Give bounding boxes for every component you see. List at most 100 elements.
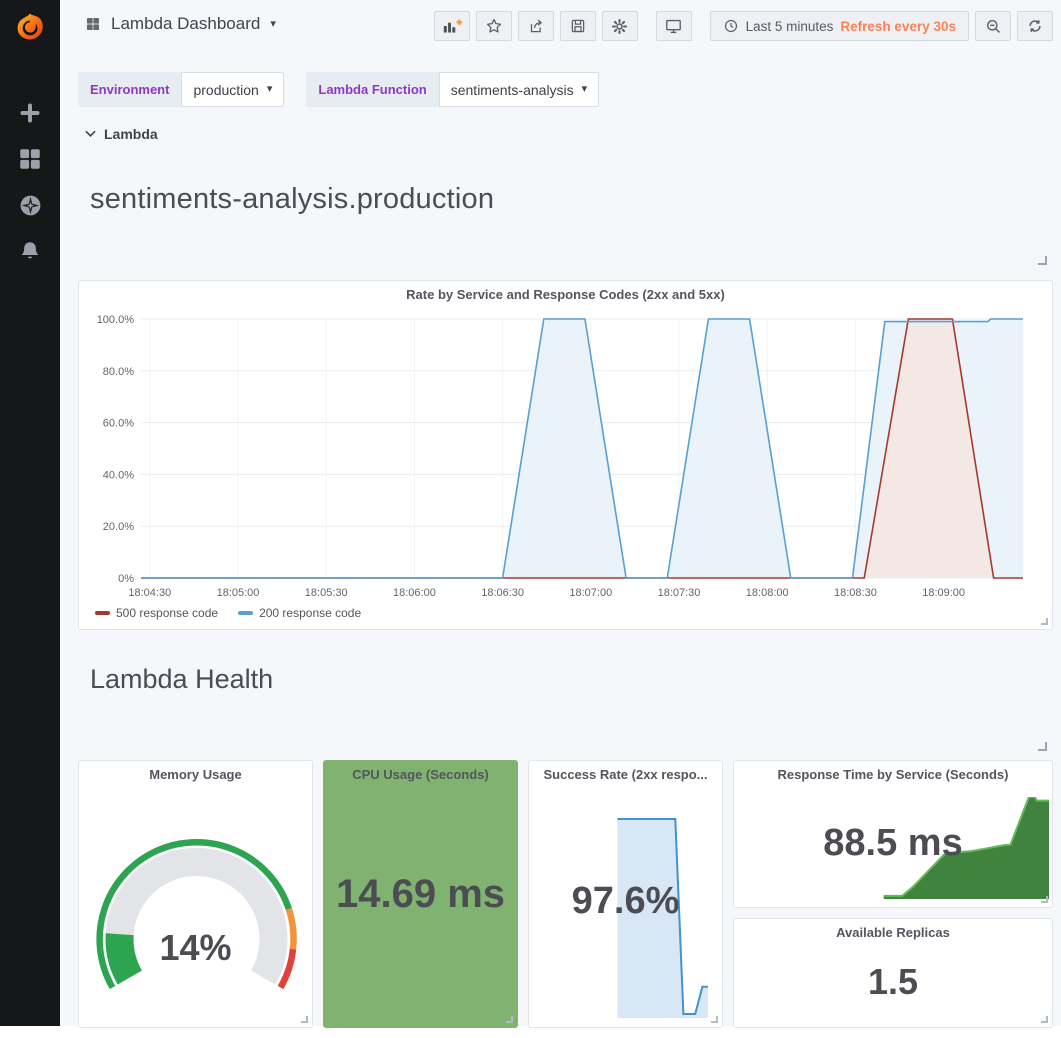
svg-text:20.0%: 20.0%	[103, 521, 134, 533]
svg-text:18:09:00: 18:09:00	[922, 587, 965, 599]
svg-text:18:06:30: 18:06:30	[481, 587, 524, 599]
variable-environment-label: Environment	[78, 72, 181, 107]
add-panel-button[interactable]	[434, 11, 470, 41]
chevron-down-icon: ▾	[270, 19, 276, 30]
resize-handle[interactable]	[1038, 742, 1047, 751]
save-icon	[569, 17, 587, 35]
cycle-view-button[interactable]	[656, 11, 692, 41]
variable-lambda-function: Lambda Function sentiments-analysis ▾	[306, 72, 599, 107]
navbar: Lambda Dashboard ▾	[60, 0, 1061, 52]
explore-button[interactable]	[8, 190, 52, 220]
save-button[interactable]	[560, 11, 596, 41]
svg-text:40.0%: 40.0%	[103, 469, 134, 481]
memory-gauge-value: 14%	[79, 927, 312, 969]
svg-text:80.0%: 80.0%	[103, 366, 134, 378]
template-variables: Environment production ▾ Lambda Function…	[78, 72, 599, 107]
dashboards-button[interactable]	[8, 144, 52, 174]
share-button[interactable]	[518, 11, 554, 41]
chevron-down-icon: ▾	[582, 84, 588, 95]
sidebar	[0, 0, 60, 1026]
health-heading: Lambda Health	[90, 664, 273, 695]
share-icon	[527, 17, 545, 35]
dashboard-grid-icon	[85, 16, 101, 32]
bell-icon	[18, 239, 42, 263]
star-icon	[485, 17, 503, 35]
resize-handle[interactable]	[1038, 256, 1047, 265]
legend-swatch-200	[238, 611, 253, 615]
variable-lambda-function-value[interactable]: sentiments-analysis ▾	[439, 72, 599, 107]
svg-text:18:05:00: 18:05:00	[217, 587, 260, 599]
panel-resize-corner[interactable]	[301, 1016, 308, 1023]
chart-legend: 500 response code 200 response code	[95, 606, 361, 620]
svg-text:18:08:30: 18:08:30	[834, 587, 877, 599]
chevron-down-icon	[85, 130, 96, 138]
chevron-down-icon: ▾	[267, 84, 273, 95]
panel-title[interactable]: Memory Usage	[79, 761, 312, 788]
svg-text:18:07:30: 18:07:30	[658, 587, 701, 599]
variable-lambda-function-label: Lambda Function	[306, 72, 438, 107]
panel-rate-by-service: Rate by Service and Response Codes (2xx …	[78, 280, 1053, 630]
response-time-sparkline	[740, 797, 1049, 899]
settings-button[interactable]	[602, 11, 638, 41]
legend-label-500: 500 response code	[116, 606, 218, 620]
panel-resize-corner[interactable]	[506, 1016, 513, 1023]
cpu-usage-value: 14.69 ms	[324, 761, 517, 1027]
main-area: Lambda Dashboard ▾	[60, 0, 1061, 1026]
panel-title[interactable]: Response Time by Service (Seconds)	[734, 761, 1052, 788]
rate-chart-plot[interactable]: 18:04:3018:05:0018:05:3018:06:0018:06:30…	[79, 307, 1054, 601]
panel-resize-corner[interactable]	[711, 1016, 718, 1023]
row-lambda-toggle[interactable]: Lambda	[85, 126, 158, 142]
grafana-logo-icon	[14, 12, 46, 44]
variable-environment-current: production	[193, 82, 258, 98]
add-panel-icon	[441, 17, 463, 35]
legend-swatch-500	[95, 611, 110, 615]
zoom-out-icon	[984, 17, 1003, 36]
dashboard-title: Lambda Dashboard	[111, 14, 260, 34]
time-range-label: Last 5 minutes	[746, 19, 834, 34]
panel-resize-corner[interactable]	[1041, 618, 1048, 625]
panel-memory-usage: Memory Usage 14%	[78, 760, 313, 1028]
success-rate-sparkline	[535, 816, 716, 1018]
svg-text:18:07:00: 18:07:00	[569, 587, 612, 599]
svg-text:0%: 0%	[118, 573, 134, 585]
legend-label-200: 200 response code	[259, 606, 361, 620]
panel-resize-corner[interactable]	[1041, 1016, 1048, 1023]
time-picker-button[interactable]: Last 5 minutes Refresh every 30s	[710, 11, 969, 41]
variable-environment-value[interactable]: production ▾	[181, 72, 284, 107]
svg-text:60.0%: 60.0%	[103, 418, 134, 430]
legend-item-200[interactable]: 200 response code	[238, 606, 361, 620]
grid-icon	[17, 146, 43, 172]
grafana-logo[interactable]	[0, 0, 60, 56]
panel-success-rate: Success Rate (2xx respo... 97.6%	[528, 760, 723, 1028]
panel-title[interactable]: Rate by Service and Response Codes (2xx …	[79, 281, 1052, 308]
panel-resize-corner[interactable]	[1041, 896, 1048, 903]
svg-text:18:06:00: 18:06:00	[393, 587, 436, 599]
variable-lambda-function-current: sentiments-analysis	[451, 82, 574, 98]
refresh-button[interactable]	[1017, 11, 1053, 41]
svg-text:100.0%: 100.0%	[97, 314, 135, 326]
svg-text:18:08:00: 18:08:00	[746, 587, 789, 599]
function-heading: sentiments-analysis.production	[90, 183, 494, 216]
star-button[interactable]	[476, 11, 512, 41]
panel-available-replicas: Available Replicas 1.5	[733, 918, 1053, 1028]
toolbar: Last 5 minutes Refresh every 30s	[434, 11, 1053, 41]
panel-response-time: Response Time by Service (Seconds) 88.5 …	[733, 760, 1053, 908]
clock-icon	[723, 18, 739, 34]
gear-icon	[610, 17, 629, 36]
panel-title[interactable]: CPU Usage (Seconds)	[324, 761, 517, 788]
svg-text:18:04:30: 18:04:30	[128, 587, 171, 599]
refresh-interval-label: Refresh every 30s	[840, 19, 956, 34]
memory-gauge	[79, 795, 314, 1007]
plus-icon	[18, 101, 42, 125]
row-title: Lambda	[104, 126, 158, 142]
monitor-icon	[664, 17, 683, 36]
panel-title[interactable]: Success Rate (2xx respo...	[529, 761, 722, 788]
panel-cpu-usage: CPU Usage (Seconds) 14.69 ms	[323, 760, 518, 1028]
create-button[interactable]	[8, 98, 52, 128]
dashboard-title-dropdown[interactable]: Lambda Dashboard ▾	[85, 14, 276, 34]
compass-icon	[18, 193, 43, 218]
zoom-out-button[interactable]	[975, 11, 1011, 41]
alerting-button[interactable]	[8, 236, 52, 266]
legend-item-500[interactable]: 500 response code	[95, 606, 218, 620]
panel-title[interactable]: Available Replicas	[734, 919, 1052, 946]
